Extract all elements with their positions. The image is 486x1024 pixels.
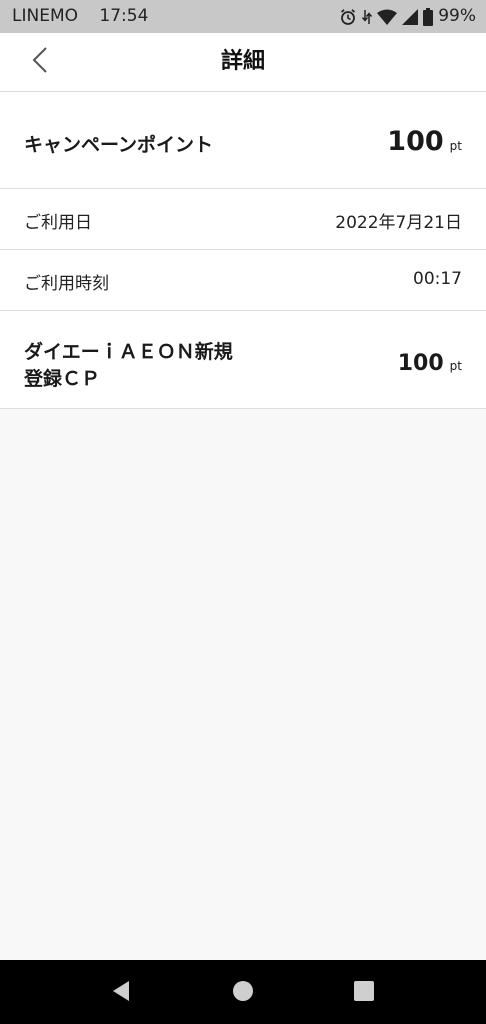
wifi-icon <box>377 9 398 25</box>
detail-list: キャンペーンポイント 100 pt ご利用日 2022年7月21日 ご利用時刻 0… <box>0 92 486 409</box>
cell-signal-icon <box>402 8 419 25</box>
carrier-name: LINEMO <box>12 6 78 26</box>
app-header: 詳細 <box>0 33 486 92</box>
nav-recents-button[interactable] <box>349 978 379 1008</box>
data-transfer-icon <box>362 8 373 26</box>
merchant-points-unit: pt <box>449 359 462 373</box>
usage-time-row: ご利用時刻 00:17 <box>0 250 486 311</box>
usage-date-value: 2022年7月21日 <box>335 213 462 233</box>
usage-date-row: ご利用日 2022年7月21日 <box>0 189 486 250</box>
status-time: 17:54 <box>99 6 149 26</box>
page-title: 詳細 <box>220 49 265 74</box>
campaign-points-row: キャンペーンポイント 100 pt <box>0 92 486 189</box>
merchant-name-line1: ダイエーｉＡＥＯＮ新規 <box>24 341 233 363</box>
usage-time-value: 00:17 <box>413 269 462 289</box>
merchant-name: ダイエーｉＡＥＯＮ新規 登録ＣＰ <box>24 339 254 393</box>
merchant-points-value: 100 pt <box>398 351 462 376</box>
battery-percent: 99% <box>438 6 476 26</box>
back-button[interactable] <box>20 41 60 83</box>
points-unit: pt <box>449 139 462 153</box>
system-nav-bar <box>0 960 486 1024</box>
points-amount: 100 <box>387 126 444 157</box>
merchant-points-amount: 100 <box>397 351 444 376</box>
merchant-name-line2: 登録ＣＰ <box>24 368 101 390</box>
status-right: 99% <box>339 0 476 33</box>
usage-date-label: ご利用日 <box>24 213 92 233</box>
square-recents-icon <box>354 981 374 1005</box>
usage-time-label: ご利用時刻 <box>24 274 109 294</box>
merchant-row: ダイエーｉＡＥＯＮ新規 登録ＣＰ 100 pt <box>0 311 486 409</box>
nav-home-button[interactable] <box>228 978 258 1008</box>
campaign-points-label: キャンペーンポイント <box>24 134 214 156</box>
status-bar: LINEMO 17:54 99% <box>0 0 486 33</box>
alarm-icon <box>339 8 357 26</box>
circle-home-icon <box>232 980 254 1006</box>
triangle-back-icon <box>111 980 131 1006</box>
campaign-points-value: 100 pt <box>387 126 462 157</box>
battery-icon <box>423 7 434 26</box>
nav-back-button[interactable] <box>106 978 136 1008</box>
chevron-left-icon <box>32 46 48 78</box>
status-left: LINEMO 17:54 <box>12 0 164 33</box>
